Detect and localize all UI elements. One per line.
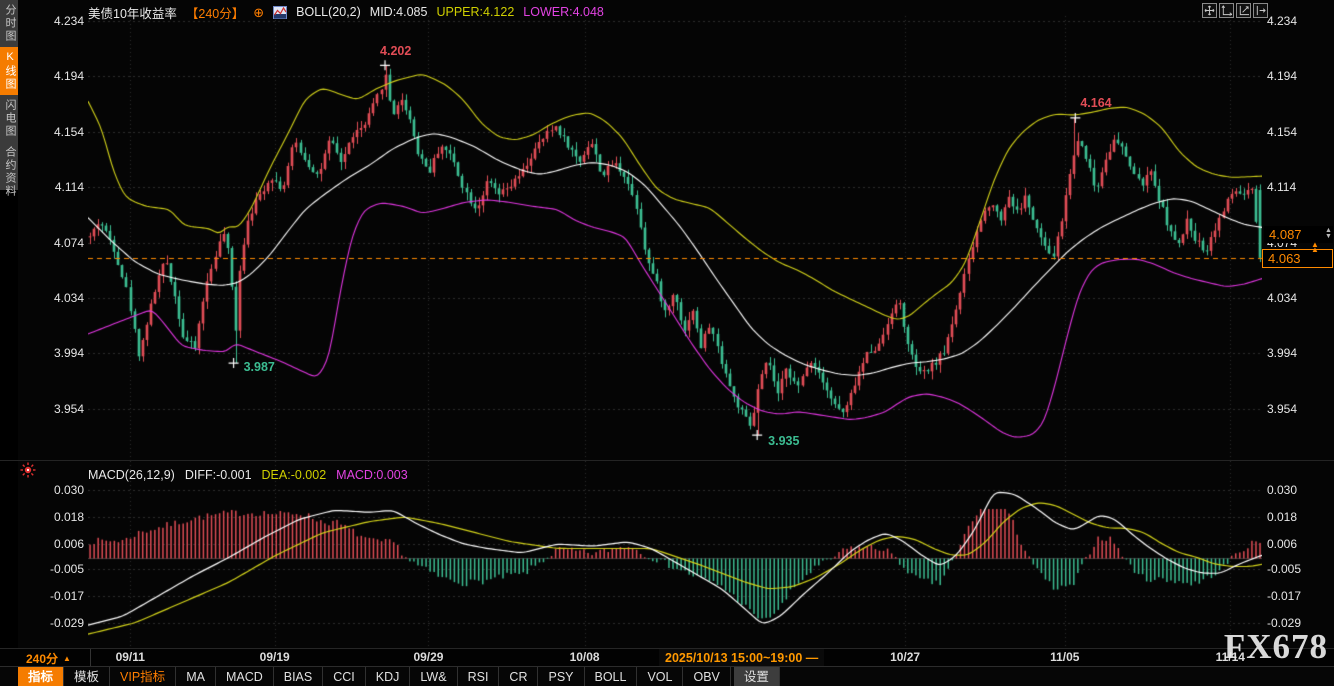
alert-price-tag: 4.063 bbox=[1262, 249, 1333, 268]
main-axis-label-left: 3.994 bbox=[0, 346, 84, 360]
price-up-arrows-icon: ▲▲ bbox=[1311, 242, 1319, 252]
toolbar-item-CR[interactable]: CR bbox=[499, 667, 538, 686]
collapse-panel-icon[interactable] bbox=[1253, 3, 1268, 18]
macd-axis-label-right: -0.017 bbox=[1267, 589, 1333, 603]
toolbar-item-BOLL[interactable]: BOLL bbox=[585, 667, 638, 686]
chart-header: 美债10年收益率 【240分】 ⊕ BOLL(20,2) MID:4.085 U… bbox=[88, 3, 604, 21]
macd-axis-label-left: -0.017 bbox=[0, 589, 84, 603]
main-axis-label-left: 3.954 bbox=[0, 402, 84, 416]
trading-terminal: 分时图K线图闪电图合约资料 美债10年收益率 【240分】 ⊕ BOLL(20,… bbox=[0, 0, 1334, 686]
chevron-up-icon: ▲ bbox=[63, 654, 71, 663]
toolbar-item-MACD[interactable]: MACD bbox=[216, 667, 274, 686]
toolbar-item-CCI[interactable]: CCI bbox=[323, 667, 366, 686]
date-label-09-29: 09/29 bbox=[413, 650, 443, 664]
selected-candle-time: 2025/10/13 15:00~19:00 — bbox=[659, 649, 824, 667]
annotation-3.935: 3.935 bbox=[768, 434, 799, 448]
macd-axis-label-left: 0.006 bbox=[0, 537, 84, 551]
period-selector-label: 240分 bbox=[26, 650, 58, 667]
main-axis-label-left: 4.114 bbox=[0, 180, 84, 194]
period-selector[interactable]: 240分 ▲ bbox=[18, 649, 91, 667]
last-price-tag: 4.087 bbox=[1264, 226, 1333, 243]
annotation-4.202: 4.202 bbox=[380, 44, 411, 58]
toolbar-item-RSI[interactable]: RSI bbox=[458, 667, 500, 686]
macd-axis-label-left: 0.030 bbox=[0, 483, 84, 497]
macd-header: MACD(26,12,9) DIFF:-0.001 DEA:-0.002 MAC… bbox=[88, 468, 408, 482]
x-axis-row: 240分 ▲ 09/1109/1909/2910/0810/2711/0511/… bbox=[0, 648, 1334, 667]
main-axis-label-right: 4.114 bbox=[1267, 180, 1333, 194]
date-label-11-05: 11/05 bbox=[1050, 650, 1079, 664]
instrument-title: 美债10年收益率 bbox=[88, 3, 177, 22]
toolbar-item-KDJ[interactable]: KDJ bbox=[366, 667, 411, 686]
toolbar-item-BIAS[interactable]: BIAS bbox=[274, 667, 324, 686]
toolbar-item-VIP指标[interactable]: VIP指标 bbox=[110, 667, 176, 686]
axis-zoom-y-icon[interactable] bbox=[1236, 3, 1251, 18]
pane-divider bbox=[0, 460, 1334, 461]
toolbar-item-模板[interactable]: 模板 bbox=[64, 667, 110, 686]
macd-diff-value: DIFF:-0.001 bbox=[185, 468, 252, 482]
toolbar-item-MA[interactable]: MA bbox=[176, 667, 216, 686]
boll-label: BOLL(20,2) bbox=[296, 5, 361, 19]
main-axis-label-right: 4.034 bbox=[1267, 291, 1333, 305]
main-axis-label-right: 4.194 bbox=[1267, 69, 1333, 83]
boll-upper-value: UPPER:4.122 bbox=[436, 5, 514, 19]
macd-axis-label-right: 0.006 bbox=[1267, 537, 1333, 551]
mini-chart-icon[interactable] bbox=[273, 6, 287, 19]
axis-adjust-icon[interactable]: ▲▼ bbox=[1325, 228, 1332, 240]
annotation-3.987: 3.987 bbox=[244, 360, 275, 374]
date-label-09-11: 09/11 bbox=[116, 650, 145, 664]
macd-axis-label-left: 0.018 bbox=[0, 510, 84, 524]
main-axis-label-left: 4.154 bbox=[0, 125, 84, 139]
period-tag: 【240分】 bbox=[186, 3, 244, 22]
indicator-alert-icon[interactable] bbox=[20, 462, 36, 483]
watermark: FX678 bbox=[1224, 627, 1328, 667]
main-axis-label-right: 4.154 bbox=[1267, 125, 1333, 139]
main-axis-label-left: 4.194 bbox=[0, 69, 84, 83]
main-axis-label-right: 3.994 bbox=[1267, 346, 1333, 360]
macd-macd-value: MACD:0.003 bbox=[336, 468, 408, 482]
macd-dea-value: DEA:-0.002 bbox=[262, 468, 327, 482]
date-label-10-27: 10/27 bbox=[890, 650, 920, 664]
candlestick-chart-canvas[interactable] bbox=[88, 0, 1262, 461]
macd-axis-label-right: -0.005 bbox=[1267, 562, 1333, 576]
annotation-4.164: 4.164 bbox=[1080, 96, 1111, 110]
sidebar-tabs: 分时图K线图闪电图合约资料 bbox=[0, 0, 18, 190]
macd-axis-label-left: -0.029 bbox=[0, 616, 84, 630]
toolbar-item-VOL[interactable]: VOL bbox=[637, 667, 683, 686]
main-axis-label-left: 4.074 bbox=[0, 236, 84, 250]
macd-axis-label-left: -0.005 bbox=[0, 562, 84, 576]
axis-zoom-x-icon[interactable] bbox=[1219, 3, 1234, 18]
macd-chart-canvas[interactable] bbox=[88, 461, 1262, 647]
date-label-09-19: 09/19 bbox=[260, 650, 290, 664]
main-axis-label-left: 4.034 bbox=[0, 291, 84, 305]
main-axis-label-right: 4.234 bbox=[1267, 14, 1333, 28]
toolbar-item-设置[interactable]: 设置 bbox=[734, 667, 780, 686]
toolbar-item-OBV[interactable]: OBV bbox=[683, 667, 730, 686]
sidebar: 分时图K线图闪电图合约资料 bbox=[0, 0, 18, 686]
remove-indicator-icon[interactable]: ⊕ bbox=[253, 6, 264, 19]
boll-mid-value: MID:4.085 bbox=[370, 5, 428, 19]
main-axis-label-left: 4.234 bbox=[0, 14, 84, 28]
macd-title: MACD(26,12,9) bbox=[88, 468, 175, 482]
date-label-10-08: 10/08 bbox=[570, 650, 600, 664]
indicator-toolbar: 指标模板VIP指标MAMACDBIASCCIKDJLW&RSICRPSYBOLL… bbox=[0, 666, 1334, 686]
main-axis-label-right: 3.954 bbox=[1267, 402, 1333, 416]
toolbar-item-PSY[interactable]: PSY bbox=[538, 667, 584, 686]
macd-axis-label-right: 0.018 bbox=[1267, 510, 1333, 524]
boll-lower-value: LOWER:4.048 bbox=[523, 5, 604, 19]
toolbar-item-指标[interactable]: 指标 bbox=[18, 667, 64, 686]
move-icon[interactable] bbox=[1202, 3, 1217, 18]
window-controls bbox=[1202, 3, 1268, 18]
macd-axis-label-right: 0.030 bbox=[1267, 483, 1333, 497]
toolbar-item-LW&[interactable]: LW& bbox=[410, 667, 457, 686]
